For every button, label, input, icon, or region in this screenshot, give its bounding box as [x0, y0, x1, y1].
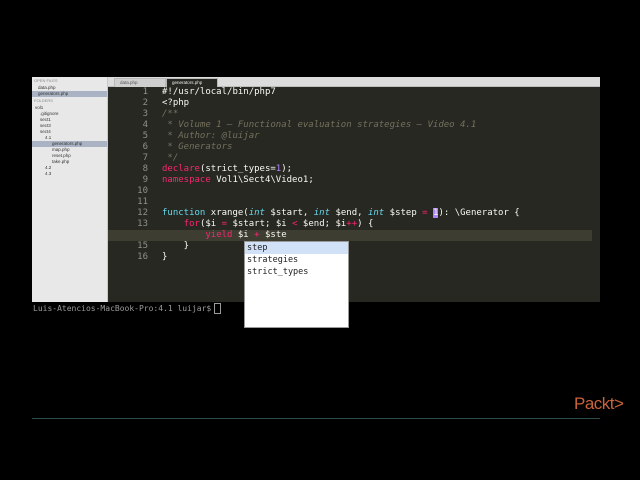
line-number: 2: [142, 98, 148, 108]
code-token: $step: [384, 208, 423, 218]
line-number: 7: [142, 153, 148, 163]
code-line-9: namespace Vol1\Sect4\Video1;: [162, 175, 592, 186]
code-line-3: /**: [162, 109, 179, 119]
type-hint: int: [248, 208, 265, 218]
type-hint: int: [313, 208, 331, 218]
code-token: Vol1\Sect4\Video1;: [210, 175, 314, 185]
namespace-keyword: namespace: [162, 175, 211, 185]
code-line-6: * Generators: [162, 142, 233, 152]
code-line-12: function xrange(int $start, int $end, in…: [162, 208, 592, 219]
for-keyword: for: [183, 219, 200, 229]
line-number: 16: [137, 252, 148, 262]
tab-bar: data.php generators.php: [108, 77, 600, 87]
line-number: 4: [142, 120, 148, 130]
open-files-header: OPEN FILES: [34, 78, 58, 83]
packt-logo: Packt>: [574, 394, 624, 413]
line-number: 15: [137, 241, 148, 251]
code-line-7: */: [162, 153, 179, 163]
code-area[interactable]: 1 2 3 4 5 6 7 8 9 10 11 12 13 14 15 16 #…: [108, 87, 600, 302]
terminal-prompt-line[interactable]: Luis-Atencios-MacBook-Pro:4.1 luijar$: [33, 303, 222, 314]
folders-header: FOLDERS: [34, 98, 53, 103]
type-hint: int: [367, 208, 385, 218]
terminal-cursor: [214, 303, 222, 314]
code-token: $start,: [264, 208, 314, 218]
code-token: $i: [232, 230, 255, 240]
autocomplete-popup: step strategies strict_types: [244, 241, 349, 328]
line-number: 1: [142, 87, 148, 97]
autocomplete-item-strict-types[interactable]: strict_types: [245, 266, 348, 278]
tab-data-php[interactable]: data.php: [114, 78, 166, 87]
code-line-5: * Author: @luijar: [162, 131, 260, 141]
line-number: 11: [137, 197, 148, 207]
declare-keyword: declare: [162, 164, 200, 174]
code-text[interactable]: #!/usr/local/bin/php7 <?php /** * Volume…: [108, 87, 592, 263]
code-line-16: }: [162, 252, 168, 262]
terminal-prompt: Luis-Atencios-MacBook-Pro:4.1 luijar$: [33, 304, 212, 313]
code-line-4: * Volume 1 – Functional evaluation strat…: [162, 120, 477, 130]
line-number: 6: [142, 142, 148, 152]
function-keyword: function: [162, 208, 206, 218]
code-token: ($i: [199, 219, 222, 229]
line-number: 5: [142, 131, 148, 141]
code-token: );: [281, 164, 293, 174]
folder-4-3[interactable]: 4.3: [32, 171, 107, 177]
code-token: ) {: [357, 219, 374, 229]
code-line-13: for($i = $start; $i < $end; $i++) {: [162, 219, 592, 230]
code-token: $ste: [259, 230, 287, 240]
line-number: 9: [142, 175, 148, 185]
line-number: 3: [142, 109, 148, 119]
line-number: 10: [137, 186, 148, 196]
tab-generators-php[interactable]: generators.php: [166, 78, 218, 87]
operator: ++: [346, 219, 358, 229]
code-token: $end; $i: [297, 219, 347, 229]
code-token: $end,: [330, 208, 368, 218]
code-token: ): \Generator {: [438, 208, 520, 218]
line-number: 13: [137, 219, 148, 229]
sidebar: OPEN FILES data.php generators.php FOLDE…: [32, 77, 108, 302]
line-number: 12: [137, 208, 148, 218]
code-line-15: }: [162, 241, 190, 251]
code-token: $start; $i: [227, 219, 293, 229]
code-token: xrange(: [205, 208, 249, 218]
yield-keyword: yield: [205, 230, 233, 240]
autocomplete-item-step[interactable]: step: [245, 242, 348, 254]
code-token: (strict_types=: [199, 164, 276, 174]
code-line-1: #!/usr/local/bin/php7: [162, 87, 276, 97]
code-line-2: <?php: [162, 98, 190, 108]
divider-line: [32, 418, 600, 419]
code-line-8: declare(strict_types=1);: [162, 164, 592, 175]
line-number: 8: [142, 164, 148, 174]
code-line-14: yield $i + $ste: [108, 230, 592, 241]
autocomplete-item-strategies[interactable]: strategies: [245, 254, 348, 266]
